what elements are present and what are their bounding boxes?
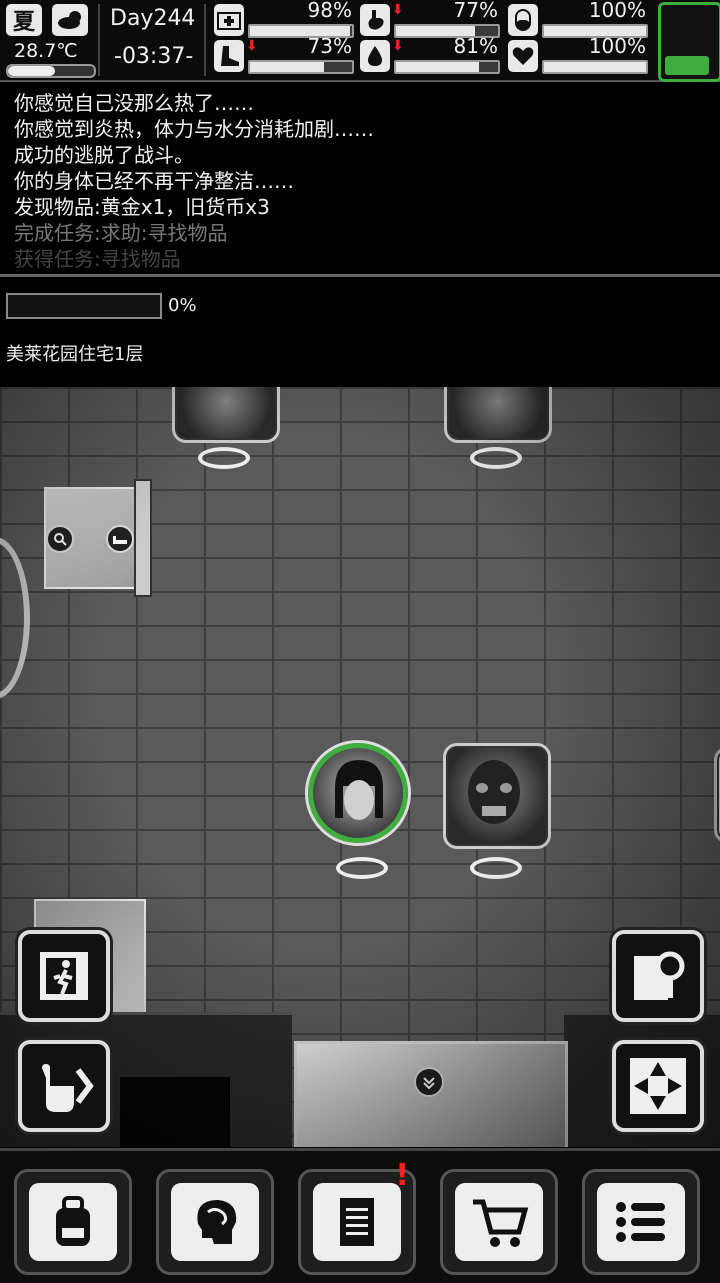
dark-hole: [120, 1077, 230, 1147]
search-icon[interactable]: [46, 525, 74, 553]
backpack-icon: [56, 1196, 90, 1246]
thirst-value: 81%: [453, 34, 498, 58]
quests-button[interactable]: !: [298, 1158, 416, 1275]
enemy-zombie-card[interactable]: [444, 387, 552, 443]
sleep-icon[interactable]: [106, 525, 134, 553]
skills-button[interactable]: [156, 1169, 274, 1275]
day-counter: Day244: [110, 6, 196, 31]
stamina-value: 73%: [307, 34, 352, 58]
shop-button[interactable]: [440, 1169, 558, 1275]
log-line: 你感觉到炎热，体力与水分消耗加剧……: [14, 117, 374, 141]
pill-icon: [508, 4, 538, 36]
alert-badge: !: [395, 1158, 409, 1193]
explore-panel: 0% 美莱花园住宅1层: [0, 277, 720, 387]
backpack-button[interactable]: [14, 1169, 132, 1275]
notebook-icon: [340, 1198, 374, 1246]
mood-value: 100%: [588, 34, 646, 58]
stomach-icon: [360, 4, 390, 36]
mood-bar: [542, 60, 648, 74]
log-line: 完成任务:求助:寻找物品: [14, 221, 228, 245]
menu-button[interactable]: [582, 1169, 700, 1275]
cabinet-door: [134, 479, 152, 597]
interact-next-button[interactable]: [18, 1040, 110, 1132]
chevron-down-icon[interactable]: [414, 1067, 444, 1097]
temperature-gauge: [6, 64, 96, 78]
event-log[interactable]: 你感觉自己没那么热了…… 你感觉到炎热，体力与水分消耗加剧…… 成功的逃脱了战斗…: [0, 82, 720, 277]
menu-list-icon: [616, 1202, 665, 1242]
temperature-readout: 28.7℃: [14, 40, 78, 62]
cart-icon: [473, 1199, 529, 1247]
season-badge: 夏: [6, 4, 42, 36]
bottom-nav: !: [0, 1148, 720, 1283]
location-pin: [470, 857, 522, 879]
medkit-icon: [214, 4, 244, 36]
weather-cloudy-night-icon: [52, 4, 88, 36]
thirst-bar: [394, 60, 500, 74]
explore-progress-bar: [6, 293, 162, 319]
divider: [204, 4, 206, 76]
document-search-icon: [634, 951, 685, 1000]
inspect-button[interactable]: [612, 930, 704, 1022]
exit-button[interactable]: [18, 930, 110, 1022]
enemy-zombie-card[interactable]: [172, 387, 280, 443]
medicine-value: 100%: [588, 0, 646, 22]
location-name: 美莱花园住宅1层: [6, 344, 144, 365]
clock: -03:37-: [114, 44, 194, 69]
battery-indicator: [658, 2, 720, 82]
hunger-value: 77%: [453, 0, 498, 22]
player-avatar[interactable]: [308, 743, 408, 843]
health-value: 98%: [307, 0, 352, 22]
enemy-zombie-card[interactable]: [443, 743, 551, 849]
room-map[interactable]: [0, 387, 720, 1147]
stamina-bar: [248, 60, 354, 74]
location-pin: [198, 447, 250, 469]
log-line: 成功的逃脱了战斗。: [14, 143, 194, 167]
heart-icon: [508, 40, 538, 72]
location-pin: [336, 857, 388, 879]
location-pin: [470, 447, 522, 469]
status-hud: 夏 28.7℃ Day244 -03:37- 98% ⬇ 77% 100% ⬇ 73% ⬇ 8…: [0, 0, 720, 82]
log-line: 发现物品:黄金x1，旧货币x3: [14, 195, 270, 219]
offscreen-card[interactable]: [714, 747, 720, 843]
compass-arrows-icon: [630, 1058, 686, 1114]
log-line: 获得任务:寻找物品: [14, 247, 181, 271]
brain-icon: [197, 1200, 237, 1244]
tap-hand-icon: [42, 1064, 94, 1112]
explore-progress-label: 0%: [168, 295, 197, 316]
boot-icon: [214, 40, 244, 72]
exit-door-icon: [40, 952, 88, 1000]
log-line: 你感觉自己没那么热了……: [14, 91, 254, 115]
move-button[interactable]: [612, 1040, 704, 1132]
water-drop-icon: [360, 40, 390, 72]
divider: [98, 4, 100, 76]
log-line: 你的身体已经不再干净整洁……: [14, 169, 294, 193]
round-table: [0, 537, 30, 699]
